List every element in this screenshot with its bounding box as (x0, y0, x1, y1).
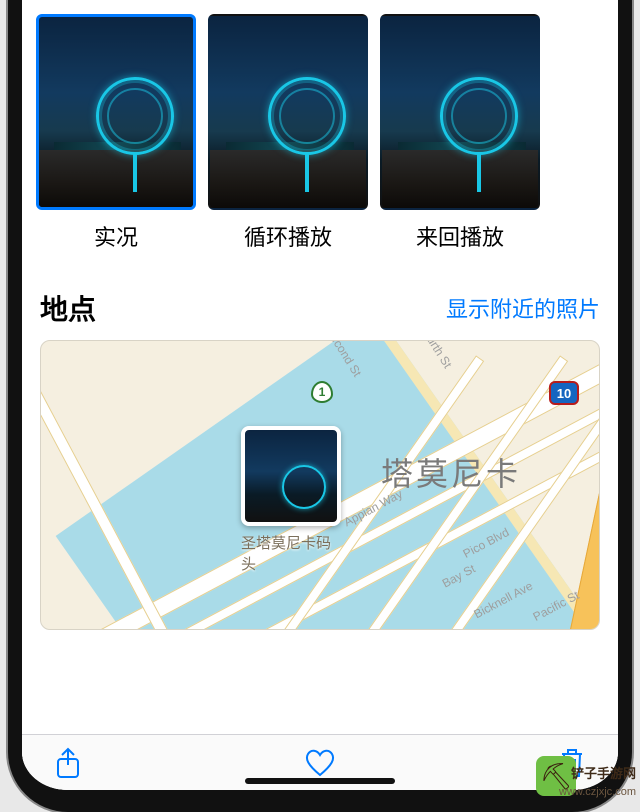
photo-pin[interactable]: 圣塔莫尼卡码头 (241, 426, 341, 574)
favorite-button[interactable] (302, 745, 338, 781)
route-1-shield: 1 (311, 381, 333, 403)
screen: 实况 循环播放 来回播放 地点 显示附近的照片 (22, 0, 618, 790)
effect-loop[interactable]: 循环播放 (208, 14, 368, 252)
delete-button[interactable] (554, 745, 590, 781)
home-indicator[interactable] (245, 778, 395, 784)
places-title: 地点 (40, 288, 96, 328)
effect-live[interactable]: 实况 (36, 14, 196, 252)
show-nearby-link[interactable]: 显示附近的照片 (446, 292, 600, 324)
effect-bounce[interactable]: 来回播放 (380, 14, 540, 252)
effect-label: 循环播放 (244, 220, 332, 252)
route-10-shield: 10 (549, 381, 579, 405)
share-button[interactable] (50, 745, 86, 781)
phone-frame: 实况 循环播放 来回播放 地点 显示附近的照片 (8, 0, 632, 812)
map[interactable]: 1 10 Second St Fourth St Appian Way Pico… (40, 340, 600, 630)
effect-thumb-live (36, 14, 196, 210)
pin-label: 圣塔莫尼卡码头 (241, 532, 341, 574)
effects-row: 实况 循环播放 来回播放 (22, 0, 618, 260)
effect-thumb-bounce (380, 14, 540, 210)
pin-thumbnail (241, 426, 341, 526)
places-header: 地点 显示附近的照片 (40, 288, 600, 328)
places-section: 地点 显示附近的照片 1 10 Second St Fourth St Appi… (22, 260, 618, 640)
map-city-label: 塔莫尼卡 (381, 449, 521, 495)
trash-icon (559, 747, 585, 779)
effect-label: 实况 (94, 220, 138, 252)
share-icon (54, 747, 82, 779)
effect-thumb-loop (208, 14, 368, 210)
heart-icon (303, 748, 337, 778)
street-fourth: Fourth St (417, 340, 455, 371)
effect-label: 来回播放 (416, 220, 504, 252)
